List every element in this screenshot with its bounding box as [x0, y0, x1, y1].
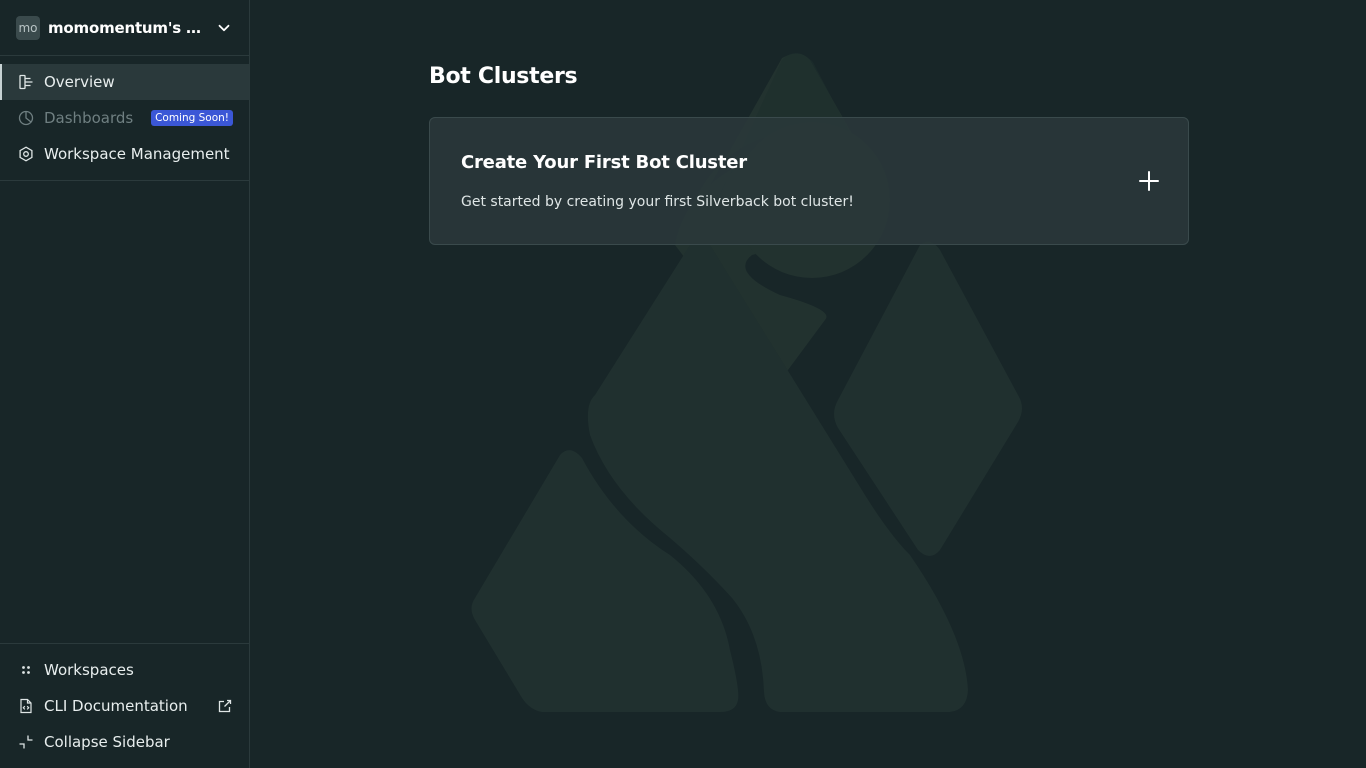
sidebar: mo momomentum's Wor... Overview Dashboar…: [0, 0, 250, 768]
create-bot-cluster-card[interactable]: Create Your First Bot Cluster Get starte…: [429, 117, 1189, 245]
sidebar-item-workspace-management[interactable]: Workspace Management: [0, 136, 249, 172]
chevron-down-icon: [218, 24, 230, 31]
collapse-icon: [19, 735, 33, 749]
sidebar-primary-nav: Overview Dashboards Coming Soon! Workspa…: [0, 56, 249, 181]
app-root: mo momomentum's Wor... Overview Dashboar…: [0, 0, 1366, 768]
workspace-switcher[interactable]: mo momomentum's Wor...: [0, 0, 249, 56]
workspace-avatar: mo: [16, 15, 40, 40]
overview-icon: [19, 74, 33, 90]
card-title: Create Your First Bot Cluster: [461, 152, 747, 173]
coming-soon-badge: Coming Soon!: [151, 110, 233, 126]
main-content: Bot Clusters Create Your First Bot Clust…: [250, 0, 1366, 768]
pie-chart-icon: [18, 110, 34, 126]
sidebar-item-label: CLI Documentation: [44, 697, 188, 715]
sidebar-item-cli-documentation[interactable]: CLI Documentation: [0, 688, 249, 724]
sidebar-item-label: Collapse Sidebar: [44, 733, 170, 751]
workspace-name: momomentum's Wor...: [48, 18, 207, 37]
sidebar-item-dashboards: Dashboards Coming Soon!: [0, 100, 249, 136]
plus-icon: [1139, 171, 1159, 191]
sidebar-item-overview[interactable]: Overview: [0, 64, 249, 100]
sidebar-secondary-nav: Workspaces CLI Documentation Collapse Si…: [0, 643, 249, 768]
code-file-icon: [20, 698, 32, 714]
page-title: Bot Clusters: [429, 64, 578, 89]
sidebar-item-label: Dashboards: [44, 109, 134, 127]
hexagon-gear-icon: [19, 146, 33, 162]
card-description: Get started by creating your first Silve…: [461, 194, 854, 210]
sidebar-item-label: Workspaces: [44, 661, 134, 679]
sidebar-item-label: Workspace Management: [44, 145, 230, 163]
sidebar-item-workspaces[interactable]: Workspaces: [0, 652, 249, 688]
grid-dots-icon: [22, 666, 30, 674]
sidebar-item-collapse-sidebar[interactable]: Collapse Sidebar: [0, 724, 249, 760]
external-link-icon: [218, 699, 232, 713]
sidebar-item-label: Overview: [44, 73, 115, 91]
